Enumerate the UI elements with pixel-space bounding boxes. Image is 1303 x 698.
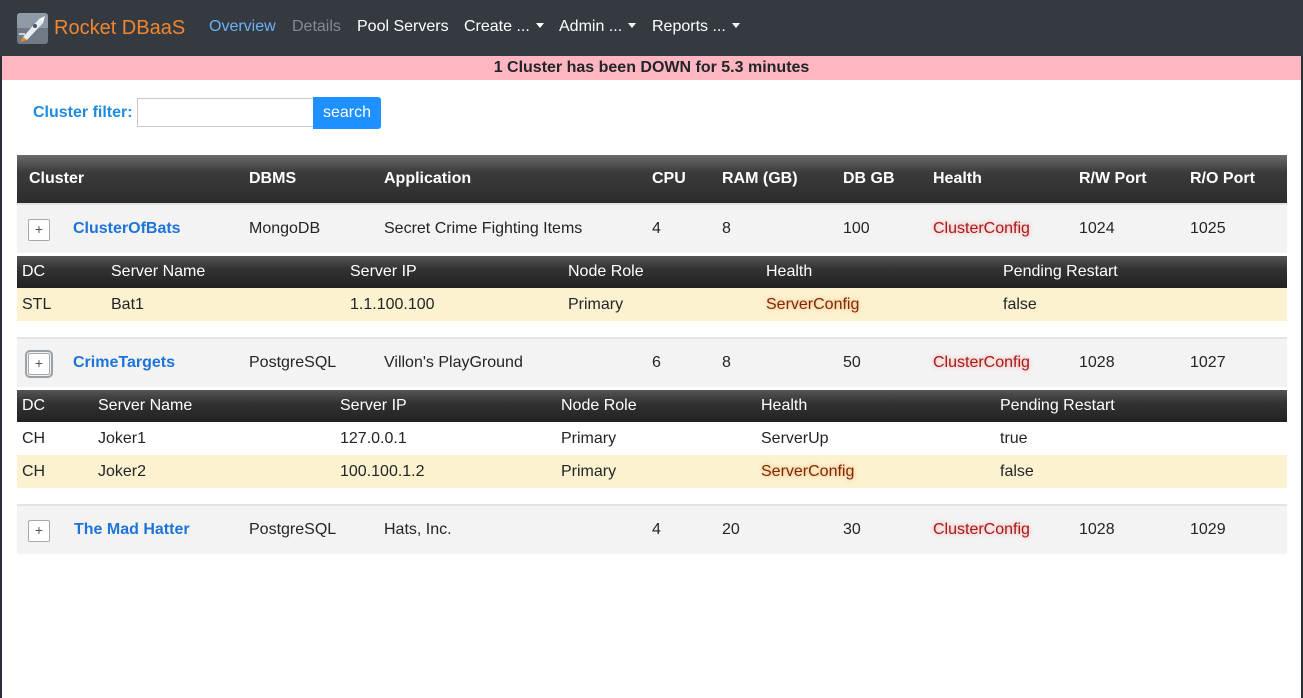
nav-details: Details	[292, 18, 341, 35]
server-ip: 1.1.100.100	[350, 296, 435, 313]
server-pending-restart: false	[1003, 296, 1037, 313]
cluster-name-link[interactable]: CrimeTargets	[73, 354, 175, 372]
cluster-filter-label: Cluster filter:	[33, 104, 133, 121]
header-server-ip: Server IP	[350, 263, 417, 280]
header-cpu[interactable]: CPU	[652, 170, 686, 188]
header-server-name: Server Name	[111, 263, 206, 280]
brand-name: Rocket DBaaS	[54, 16, 186, 39]
server-health-status: ServerUp	[761, 430, 829, 447]
header-dc: DC	[22, 397, 46, 414]
header-ro-port[interactable]: R/O Port	[1190, 170, 1255, 188]
cluster-name-link[interactable]: ClusterOfBats	[73, 220, 181, 238]
cluster-row[interactable]: + ClusterOfBats MongoDB Secret Crime Fig…	[17, 203, 1287, 253]
server-name: Joker1	[98, 430, 147, 447]
cluster-application: Hats, Inc.	[384, 521, 452, 538]
header-rw-port[interactable]: R/W Port	[1079, 170, 1147, 188]
header-server-name: Server Name	[98, 397, 193, 414]
rocket-logo-icon	[17, 12, 48, 44]
server-ip: 127.0.0.1	[340, 430, 407, 447]
cluster-ro-port: 1027	[1190, 354, 1226, 371]
server-table-header: DC Server Name Server IP Node Role Healt…	[17, 256, 1287, 288]
server-node-role: Primary	[561, 430, 617, 447]
expand-button[interactable]: +	[28, 520, 50, 542]
server-node-role: Primary	[568, 296, 624, 313]
nav-reports-label: Reports ...	[652, 18, 726, 35]
server-health-status: ServerConfig	[766, 296, 860, 313]
expand-button[interactable]: +	[25, 350, 53, 378]
server-dc: CH	[22, 463, 46, 480]
top-navbar: Rocket DBaaS Overview Details Pool Serve…	[0, 0, 1303, 56]
header-health[interactable]: Health	[933, 170, 982, 188]
header-node-role: Node Role	[568, 263, 644, 280]
brand[interactable]: Rocket DBaaS	[17, 12, 185, 44]
header-dbms[interactable]: DBMS	[249, 170, 296, 188]
server-pending-restart: true	[1000, 430, 1028, 447]
cluster-application: Secret Crime Fighting Items	[384, 220, 583, 237]
server-table-header: DC Server Name Server IP Node Role Healt…	[17, 390, 1287, 422]
chevron-down-icon	[628, 23, 637, 28]
cluster-db-gb: 30	[843, 521, 861, 538]
header-ram[interactable]: RAM (GB)	[722, 170, 798, 188]
cluster-dbms: PostgreSQL	[249, 354, 337, 371]
header-dc: DC	[22, 263, 46, 280]
nav-create-label: Create ...	[464, 18, 530, 35]
server-pending-restart: false	[1000, 463, 1034, 480]
cluster-application: Villon's PlayGround	[384, 354, 523, 371]
cluster-cpu: 4	[652, 220, 661, 237]
cluster-ram: 20	[722, 521, 740, 538]
cluster-rw-port: 1024	[1079, 220, 1115, 237]
search-button[interactable]: search	[313, 97, 381, 129]
cluster-rw-port: 1028	[1079, 521, 1115, 538]
cluster-ro-port: 1025	[1190, 220, 1226, 237]
header-pending-restart: Pending Restart	[1000, 397, 1115, 414]
cluster-db-gb: 100	[843, 220, 870, 237]
cluster-rw-port: 1028	[1079, 354, 1115, 371]
cluster-name-link[interactable]: The Mad Hatter	[74, 521, 190, 539]
server-row: STL Bat1 1.1.100.100 Primary ServerConfi…	[17, 288, 1287, 321]
cluster-health-status: ClusterConfig	[933, 220, 1030, 237]
header-db-gb[interactable]: DB GB	[843, 170, 895, 188]
cluster-table-header: Cluster DBMS Application CPU RAM (GB) DB…	[17, 155, 1287, 203]
header-pending-restart: Pending Restart	[1003, 263, 1118, 280]
nav-overview[interactable]: Overview	[209, 18, 276, 36]
server-health-status: ServerConfig	[761, 463, 855, 480]
cluster-db-gb: 50	[843, 354, 861, 371]
cluster-health-status: ClusterConfig	[933, 354, 1030, 371]
nav-admin-dropdown[interactable]: Admin ...	[559, 18, 637, 36]
header-server-ip: Server IP	[340, 397, 407, 414]
chevron-down-icon	[731, 23, 740, 28]
nav-admin-label: Admin ...	[559, 18, 623, 35]
expand-button[interactable]: +	[28, 219, 50, 241]
server-dc: CH	[22, 430, 46, 447]
window-frame-left	[0, 0, 2, 698]
server-name: Bat1	[111, 296, 144, 313]
header-node-role: Node Role	[561, 397, 637, 414]
server-row: CH Joker1 127.0.0.1 Primary ServerUp tru…	[17, 422, 1287, 455]
header-server-health: Health	[766, 263, 813, 280]
header-cluster[interactable]: Cluster	[29, 170, 84, 188]
cluster-ram: 8	[722, 354, 731, 371]
cluster-dbms: MongoDB	[249, 220, 321, 237]
nav-pool-servers[interactable]: Pool Servers	[357, 18, 449, 36]
cluster-cpu: 4	[652, 521, 661, 538]
cluster-down-alert: 1 Cluster has been DOWN for 5.3 minutes	[2, 56, 1301, 80]
header-server-health: Health	[761, 397, 808, 414]
cluster-ram: 8	[722, 220, 731, 237]
server-dc: STL	[22, 296, 52, 313]
chevron-down-icon	[535, 23, 544, 28]
header-application[interactable]: Application	[384, 170, 471, 188]
server-row: CH Joker2 100.100.1.2 Primary ServerConf…	[17, 455, 1287, 488]
cluster-row[interactable]: + The Mad Hatter PostgreSQL Hats, Inc. 4…	[17, 504, 1287, 554]
cluster-health-status: ClusterConfig	[933, 521, 1030, 538]
cluster-dbms: PostgreSQL	[249, 521, 337, 538]
cluster-cpu: 6	[652, 354, 661, 371]
cluster-ro-port: 1029	[1190, 521, 1226, 538]
cluster-row[interactable]: + CrimeTargets PostgreSQL Villon's PlayG…	[17, 337, 1287, 387]
server-node-role: Primary	[561, 463, 617, 480]
server-name: Joker2	[98, 463, 147, 480]
server-ip: 100.100.1.2	[340, 463, 425, 480]
cluster-filter-input[interactable]	[137, 98, 313, 127]
nav-reports-dropdown[interactable]: Reports ...	[652, 18, 740, 36]
nav-create-dropdown[interactable]: Create ...	[464, 18, 544, 36]
